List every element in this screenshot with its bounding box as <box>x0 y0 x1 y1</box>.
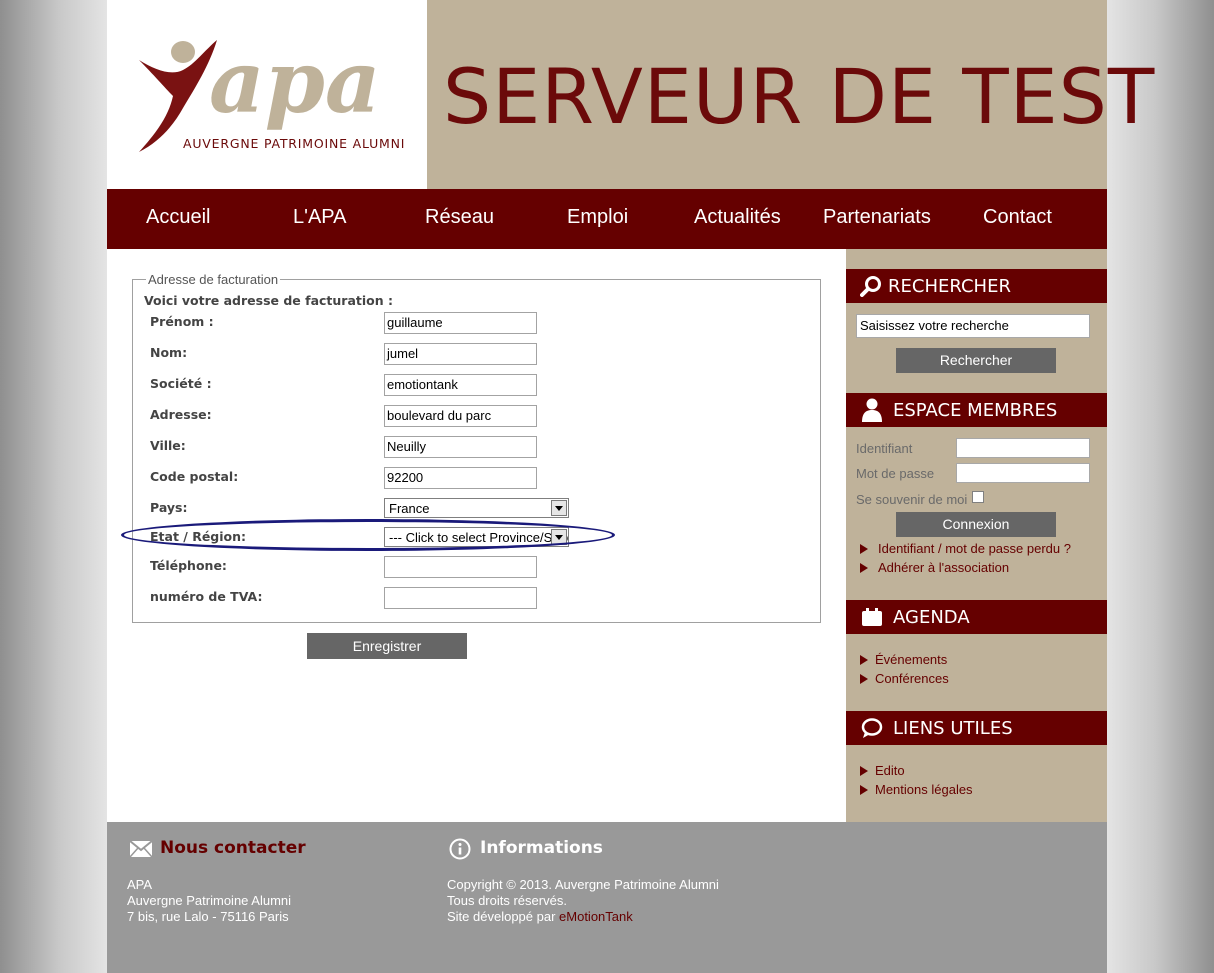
envelope-icon <box>129 840 153 858</box>
header: apa AUVERGNE PATRIMOINE ALUMNI SERVEUR D… <box>107 0 1154 189</box>
search-button[interactable]: Rechercher <box>896 348 1056 373</box>
address-label: Adresse: <box>150 407 212 422</box>
nav-item-contact[interactable]: Contact <box>983 206 1052 229</box>
sidebar: RECHERCHER Saisissez votre recherche Rec… <box>846 249 1107 822</box>
lost-password-link[interactable]: Identifiant / mot de passe perdu ? <box>860 541 1071 556</box>
phone-field[interactable] <box>384 556 537 578</box>
arrow-right-icon <box>860 544 868 554</box>
chevron-down-icon[interactable] <box>551 500 567 516</box>
country-select[interactable]: France <box>384 498 569 518</box>
form-intro: Voici votre adresse de facturation : <box>144 293 393 308</box>
join-association-link[interactable]: Adhérer à l'association <box>860 560 1009 575</box>
save-button[interactable]: Enregistrer <box>307 633 467 659</box>
developer-link[interactable]: eMotionTank <box>559 909 633 924</box>
arrow-right-icon <box>860 563 868 573</box>
contact-title: Nous contacter <box>160 838 306 858</box>
page: apa AUVERGNE PATRIMOINE ALUMNI SERVEUR D… <box>107 0 1154 973</box>
info-line: Tous droits réservés. <box>447 893 567 908</box>
remember-label: Se souvenir de moi <box>856 492 968 507</box>
phone-label: Téléphone: <box>150 558 227 573</box>
events-link[interactable]: Événements <box>860 652 947 667</box>
region-select[interactable]: --- Click to select Province/State --- <box>384 527 569 547</box>
members-title: ESPACE MEMBRES <box>893 400 1058 421</box>
developer-line: Site développé par eMotionTank <box>447 909 633 924</box>
firstname-label: Prénom : <box>150 314 214 329</box>
calendar-icon <box>862 608 882 626</box>
search-input[interactable]: Saisissez votre recherche <box>856 314 1090 338</box>
nav-item-partenariats[interactable]: Partenariats <box>823 206 931 229</box>
lastname-label: Nom: <box>150 345 188 360</box>
id-field[interactable] <box>956 438 1090 458</box>
id-label: Identifiant <box>856 441 913 456</box>
billing-fieldset: Adresse de facturation Voici votre adres… <box>132 272 821 623</box>
firstname-field[interactable]: guillaume <box>384 312 537 334</box>
arrow-right-icon <box>860 655 868 665</box>
nav-item-apa[interactable]: L'APA <box>293 206 346 229</box>
contact-line: Auvergne Patrimoine Alumni <box>127 893 292 908</box>
edito-link[interactable]: Edito <box>860 763 905 778</box>
lost-password-text: Identifiant / mot de passe perdu ? <box>878 541 1071 556</box>
vat-label: numéro de TVA: <box>150 589 263 604</box>
edito-text: Edito <box>875 763 905 778</box>
region-label: Etat / Région: <box>150 529 247 544</box>
useful-links-title: LIENS UTILES <box>893 718 1013 739</box>
members-heading: ESPACE MEMBRES <box>846 393 1107 427</box>
lastname-field[interactable]: jumel <box>384 343 537 365</box>
contact-line: 7 bis, rue Lalo - 75116 Paris <box>127 909 289 924</box>
logo-text: apa <box>209 32 381 133</box>
address-field[interactable]: boulevard du parc <box>384 405 537 427</box>
banner-title: SERVEUR DE TEST <box>443 52 1156 141</box>
logo[interactable]: apa AUVERGNE PATRIMOINE ALUMNI <box>107 0 427 189</box>
company-field[interactable]: emotiontank <box>384 374 537 396</box>
postal-code-label: Code postal: <box>150 469 239 484</box>
arrow-right-icon <box>860 785 868 795</box>
info-icon <box>449 838 471 860</box>
fieldset-legend: Adresse de facturation <box>146 272 281 287</box>
chevron-down-icon[interactable] <box>551 529 567 545</box>
events-text: Événements <box>875 652 948 667</box>
developer-prefix: Site développé par <box>447 909 560 924</box>
info-title: Informations <box>480 838 603 858</box>
footer: Nous contacter APA Auvergne Patrimoine A… <box>107 822 1107 973</box>
remember-checkbox[interactable] <box>972 491 984 503</box>
legal-notice-text: Mentions légales <box>875 782 973 797</box>
contact-line: APA <box>127 877 153 892</box>
useful-links-heading: LIENS UTILES <box>846 711 1107 745</box>
city-field[interactable]: Neuilly <box>384 436 537 458</box>
join-association-text: Adhérer à l'association <box>878 560 1010 575</box>
company-label: Société : <box>150 376 212 391</box>
conferences-link[interactable]: Conférences <box>860 671 949 686</box>
nav-item-accueil[interactable]: Accueil <box>146 206 210 229</box>
legal-notice-link[interactable]: Mentions légales <box>860 782 973 797</box>
main-nav: Accueil L'APA Réseau Emploi Actualités P… <box>107 189 1107 249</box>
nav-item-emploi[interactable]: Emploi <box>567 206 628 229</box>
main-content: Adresse de facturation Voici votre adres… <box>107 249 846 822</box>
nav-item-reseau[interactable]: Réseau <box>425 206 494 229</box>
password-field[interactable] <box>956 463 1090 483</box>
postal-code-field[interactable]: 92200 <box>384 467 537 489</box>
login-button[interactable]: Connexion <box>896 512 1056 537</box>
info-line: Copyright © 2013. Auvergne Patrimoine Al… <box>447 877 719 892</box>
user-icon <box>862 398 882 422</box>
country-label: Pays: <box>150 500 188 515</box>
logo-subtitle: AUVERGNE PATRIMOINE ALUMNI <box>183 136 406 151</box>
region-select-value: --- Click to select Province/State --- <box>389 530 569 545</box>
search-heading: RECHERCHER <box>846 269 1107 303</box>
vat-field[interactable] <box>384 587 537 609</box>
password-label: Mot de passe <box>856 466 935 481</box>
city-label: Ville: <box>150 438 186 453</box>
agenda-title: AGENDA <box>893 607 970 628</box>
nav-item-actualites[interactable]: Actualités <box>694 206 781 229</box>
search-title: RECHERCHER <box>888 276 1011 297</box>
speech-bubble-icon <box>861 718 883 738</box>
conferences-text: Conférences <box>875 671 949 686</box>
search-icon <box>860 276 881 297</box>
test-banner: SERVEUR DE TEST <box>427 0 1154 189</box>
agenda-heading: AGENDA <box>846 600 1107 634</box>
country-select-value: France <box>389 501 430 516</box>
arrow-right-icon <box>860 674 868 684</box>
arrow-right-icon <box>860 766 868 776</box>
